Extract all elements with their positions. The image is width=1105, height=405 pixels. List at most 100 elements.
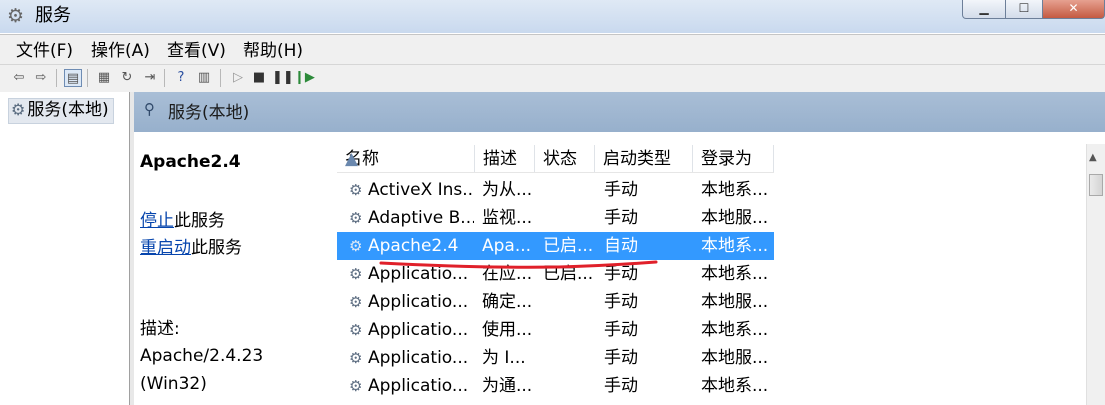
restart-link-suffix: 此服务 bbox=[191, 238, 242, 258]
cell-startup-type: 手动 bbox=[604, 208, 638, 228]
refresh-icon[interactable]: ↻ bbox=[118, 69, 136, 87]
cell-description: 使用... bbox=[482, 320, 533, 340]
service-gear-icon: ⚙ bbox=[349, 237, 363, 255]
column-header-description[interactable]: 描述 bbox=[475, 145, 535, 173]
menu-action[interactable]: 操作(A) bbox=[91, 40, 150, 62]
description-line: Apache/2.4.23 bbox=[140, 346, 264, 366]
cell-logon: 本地系... bbox=[701, 376, 769, 396]
column-header-name[interactable]: 名称 ▲ bbox=[337, 145, 475, 173]
menu-file[interactable]: 文件(F) bbox=[16, 40, 73, 62]
title-bar: ⚙ 服务 ▁ ☐ ✕ bbox=[0, 0, 1105, 33]
toolbar-separator bbox=[164, 69, 165, 87]
toolbar-separator bbox=[220, 69, 221, 87]
cell-name: Applicatio... bbox=[368, 376, 469, 396]
service-gear-icon: ⚙ bbox=[349, 377, 363, 395]
vertical-scrollbar[interactable]: ▲ bbox=[1086, 144, 1105, 405]
cell-logon: 本地系... bbox=[701, 180, 769, 200]
service-gear-icon: ⚙ bbox=[349, 265, 363, 283]
content-header-title: 服务(本地) bbox=[168, 103, 250, 123]
table-row[interactable]: ⚙ ActiveX Ins... 为从... 手动 本地系... bbox=[337, 176, 774, 204]
scroll-thumb[interactable] bbox=[1089, 174, 1103, 196]
column-header-label: 启动类型 bbox=[603, 149, 671, 169]
menu-help[interactable]: 帮助(H) bbox=[243, 40, 303, 62]
red-underline-annotation bbox=[379, 260, 658, 269]
cell-description: Apa... bbox=[482, 236, 532, 256]
cell-description: 为 I... bbox=[482, 348, 526, 368]
restart-service-icon[interactable]: ❙▶ bbox=[294, 69, 315, 87]
stop-service-action: 停止此服务 bbox=[140, 210, 225, 232]
tree-item-services-local[interactable]: ⚙ 服务(本地) bbox=[8, 98, 114, 124]
cell-name: Apache2.4 bbox=[368, 236, 459, 256]
maximize-button[interactable]: ☐ bbox=[1005, 0, 1043, 19]
table-row[interactable]: ⚙ Applicatio... 为 I... 手动 本地服... bbox=[337, 344, 774, 372]
action-pane-icon[interactable]: ▥ bbox=[195, 69, 213, 87]
cell-startup-type: 手动 bbox=[604, 376, 638, 396]
menu-view[interactable]: 查看(V) bbox=[167, 40, 226, 62]
cell-name: ActiveX Ins... bbox=[368, 180, 474, 200]
cell-name: Applicatio... bbox=[368, 348, 469, 368]
sort-ascending-icon: ▲ bbox=[345, 149, 359, 169]
cell-description: 确定... bbox=[482, 292, 533, 312]
services-gear-icon: ⚙ bbox=[11, 100, 26, 119]
column-header-label: 描述 bbox=[483, 149, 517, 169]
scroll-up-arrow-icon[interactable]: ▲ bbox=[1089, 152, 1097, 163]
toolbar-separator bbox=[87, 69, 88, 87]
column-header-startup-type[interactable]: 启动类型 bbox=[595, 145, 693, 173]
cell-startup-type: 手动 bbox=[604, 292, 638, 312]
cell-startup-type: 自动 bbox=[604, 236, 638, 256]
stop-link-suffix: 此服务 bbox=[174, 211, 225, 231]
column-header-status[interactable]: 状态 bbox=[535, 145, 595, 173]
service-details-pane: Apache2.4 停止此服务 重启动此服务 描述: Apache/2.4.23… bbox=[134, 132, 337, 405]
forward-arrow-icon[interactable]: ⇨ bbox=[32, 69, 50, 87]
cell-logon: 本地系... bbox=[701, 320, 769, 340]
cell-description: 监视... bbox=[482, 208, 533, 228]
pause-service-icon[interactable]: ❚❚ bbox=[272, 69, 294, 87]
cell-logon: 本地系... bbox=[701, 236, 769, 256]
service-gear-icon: ⚙ bbox=[349, 293, 363, 311]
export-list-icon[interactable]: ⇥ bbox=[141, 69, 159, 87]
toolbar: ⇦ ⇨ ▤ ▦ ↻ ⇥ ? ▥ ▷ ■ ❚❚ ❙▶ bbox=[0, 64, 1105, 93]
column-header-label: 状态 bbox=[543, 149, 577, 169]
table-row[interactable]: ⚙ Applicatio... 使用... 手动 本地系... bbox=[337, 316, 774, 344]
help-icon[interactable]: ? bbox=[172, 69, 190, 87]
close-button[interactable]: ✕ bbox=[1042, 0, 1105, 19]
cell-startup-type: 手动 bbox=[604, 320, 638, 340]
cell-name: Applicatio... bbox=[368, 292, 469, 312]
properties-icon[interactable]: ▦ bbox=[95, 69, 113, 87]
description-label: 描述: bbox=[140, 319, 180, 339]
start-service-icon[interactable]: ▷ bbox=[229, 69, 247, 87]
service-gear-icon: ⚙ bbox=[349, 209, 363, 227]
header-divider bbox=[337, 172, 774, 173]
window-title: 服务 bbox=[35, 5, 71, 26]
column-header-logon-as[interactable]: 登录为 bbox=[693, 145, 774, 173]
cell-logon: 本地服... bbox=[701, 292, 769, 312]
cell-name: Applicatio... bbox=[368, 320, 469, 340]
column-header-label: 登录为 bbox=[701, 149, 752, 169]
cell-logon: 本地系... bbox=[701, 264, 769, 284]
table-row[interactable]: ⚙ Adaptive B... 监视... 手动 本地服... bbox=[337, 204, 774, 232]
stop-service-icon[interactable]: ■ bbox=[250, 69, 268, 87]
toolbar-separator bbox=[56, 69, 57, 87]
restart-link[interactable]: 重启动 bbox=[140, 238, 191, 258]
table-row[interactable]: ⚙ Applicatio... 确定... 手动 本地服... bbox=[337, 288, 774, 316]
cell-startup-type: 手动 bbox=[604, 348, 638, 368]
description-line: (Win32) bbox=[140, 374, 207, 394]
service-gear-icon: ⚙ bbox=[349, 181, 363, 199]
cell-status: 已启... bbox=[543, 236, 594, 256]
minimize-button[interactable]: ▁ bbox=[962, 0, 1006, 19]
search-icon: ⚲ bbox=[144, 100, 155, 118]
cell-logon: 本地服... bbox=[701, 208, 769, 228]
menu-bar: 文件(F) 操作(A) 查看(V) 帮助(H) bbox=[0, 34, 1105, 65]
table-row-selected[interactable]: ⚙ Apache2.4 Apa... 已启... 自动 本地系... bbox=[337, 232, 774, 260]
back-arrow-icon[interactable]: ⇦ bbox=[10, 69, 28, 87]
restart-service-action: 重启动此服务 bbox=[140, 237, 242, 259]
cell-name: Adaptive B... bbox=[368, 208, 474, 228]
service-gear-icon: ⚙ bbox=[349, 349, 363, 367]
service-gear-icon: ⚙ bbox=[349, 321, 363, 339]
cell-logon: 本地服... bbox=[701, 348, 769, 368]
stop-link[interactable]: 停止 bbox=[140, 211, 174, 231]
table-row[interactable]: ⚙ Applicatio... 为通... 手动 本地系... bbox=[337, 372, 774, 400]
selected-service-name: Apache2.4 bbox=[140, 152, 241, 172]
tree-item-label: 服务(本地) bbox=[27, 100, 109, 120]
show-hide-tree-icon[interactable]: ▤ bbox=[64, 69, 82, 87]
